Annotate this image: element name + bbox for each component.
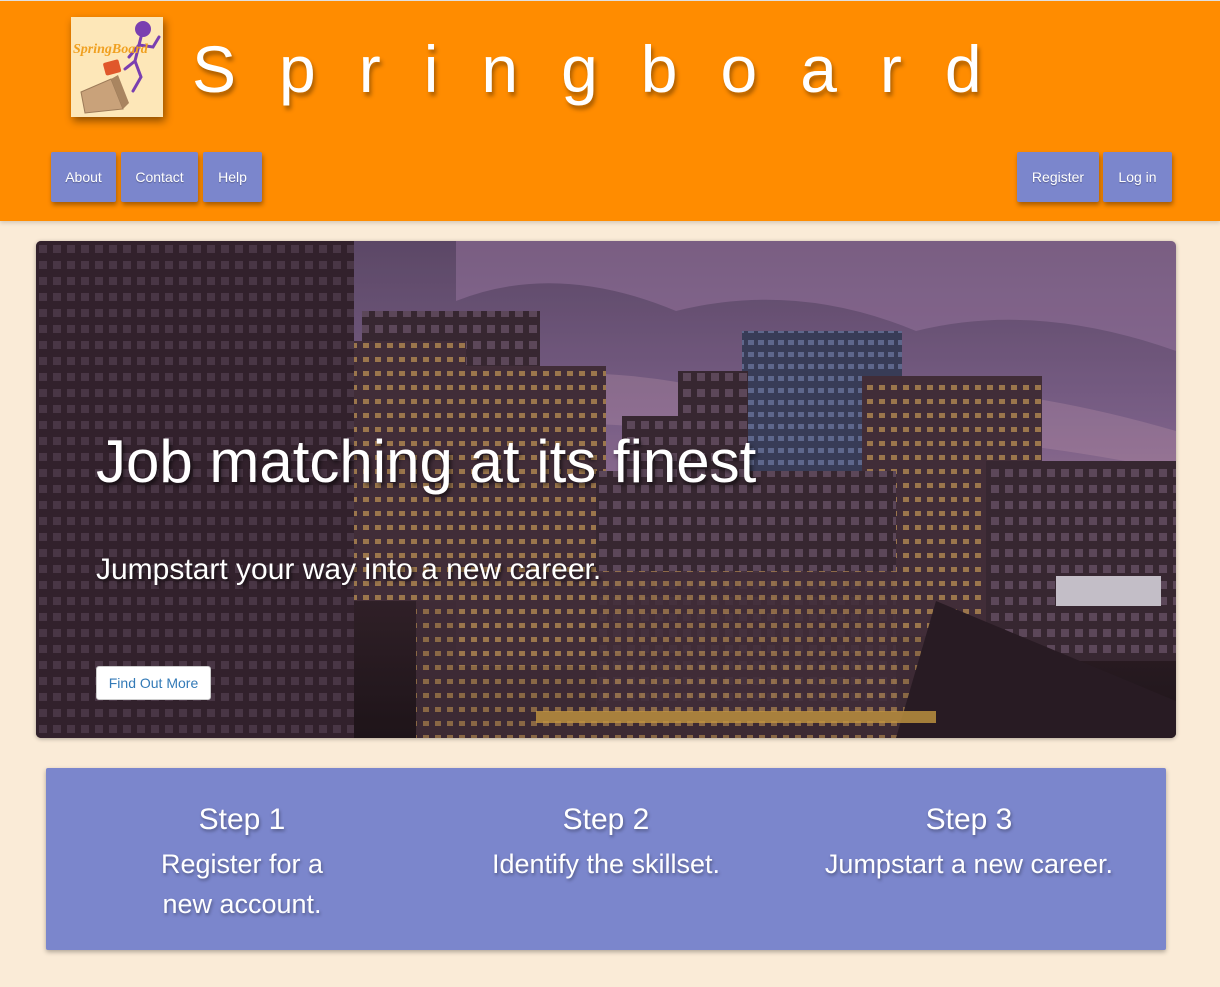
hero-title: Job matching at its finest <box>96 428 757 495</box>
logo-icon: SpringBoard <box>71 17 163 117</box>
step-1: Step 1 Register for a new account. <box>92 800 392 924</box>
step-text: Register for a new account. <box>160 849 324 919</box>
nav-contact[interactable]: Contact <box>121 152 198 202</box>
brand-title: Springboard <box>192 32 1025 106</box>
step-title: Step 3 <box>925 803 1013 836</box>
step-title: Step 1 <box>198 803 286 836</box>
nav-login[interactable]: Log in <box>1103 152 1172 202</box>
step-3: Step 3 Jumpstart a new career. <box>819 800 1119 884</box>
hero-banner: Job matching at its finest Jumpstart you… <box>36 241 1176 738</box>
site-header: SpringBoard Springboard About Contact He… <box>0 0 1220 221</box>
nav-help[interactable]: Help <box>203 152 262 202</box>
step-2: Step 2 Identify the skillset. <box>456 800 756 884</box>
nav-register[interactable]: Register <box>1017 152 1099 202</box>
hero-subtitle: Jumpstart your way into a new career. <box>96 553 602 586</box>
nav-about[interactable]: About <box>51 152 116 202</box>
steps-panel: Step 1 Register for a new account. Step … <box>46 768 1166 950</box>
logo[interactable]: SpringBoard <box>71 17 163 117</box>
svg-text:SpringBoard: SpringBoard <box>73 42 149 57</box>
step-title: Step 2 <box>562 803 650 836</box>
step-text: Identify the skillset. <box>491 849 721 879</box>
step-text: Jumpstart a new career. <box>824 849 1114 879</box>
find-out-more-button[interactable]: Find Out More <box>96 666 211 700</box>
